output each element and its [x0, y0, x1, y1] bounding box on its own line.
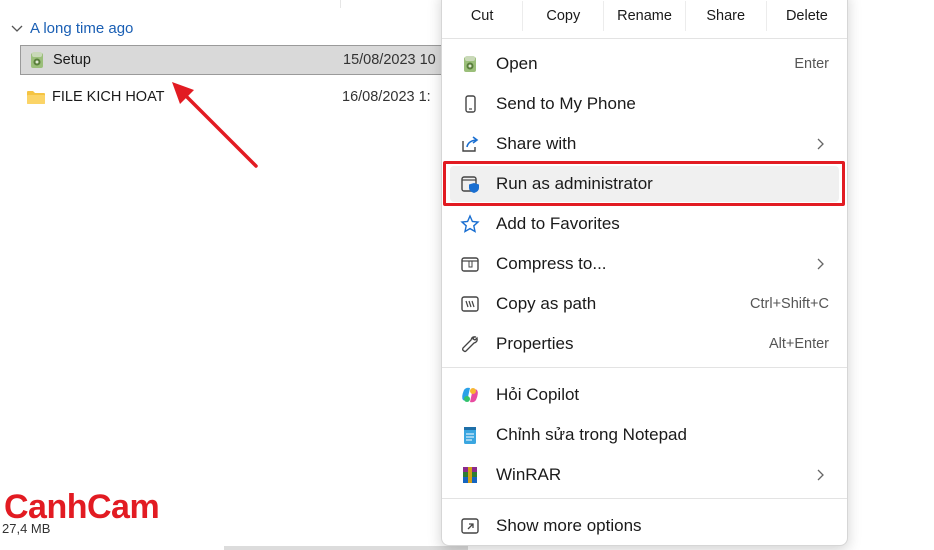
- winrar-icon: [460, 465, 480, 485]
- copy-button[interactable]: Copy: [523, 1, 605, 31]
- menu-item-label: Chỉnh sửa trong Notepad: [496, 425, 687, 444]
- wrench-icon: [460, 334, 480, 354]
- menu-item-add-favorites[interactable]: Add to Favorites: [450, 206, 839, 242]
- menu-item-label: Properties: [496, 334, 574, 353]
- menu-item-label: WinRAR: [496, 465, 562, 484]
- chevron-right-icon: [817, 138, 824, 150]
- menu-item-compress[interactable]: Compress to...: [450, 246, 839, 282]
- chevron-right-icon: [817, 258, 824, 270]
- rename-button[interactable]: Rename: [604, 1, 686, 31]
- menu-item-send-to-phone[interactable]: Send to My Phone: [450, 86, 839, 122]
- menu-item-label: Send to My Phone: [496, 94, 636, 113]
- context-menu: Cut Copy Rename Share Delete Open Enter …: [441, 0, 848, 546]
- more-options-icon: [460, 516, 480, 536]
- menu-item-shortcut: Alt+Enter: [768, 336, 829, 352]
- menu-item-notepad[interactable]: Chỉnh sửa trong Notepad: [450, 417, 839, 453]
- menu-item-share-with[interactable]: Share with: [450, 126, 839, 162]
- menu-item-shortcut: Ctrl+Shift+C: [750, 296, 829, 312]
- zip-folder-icon: [460, 254, 480, 274]
- copilot-icon: [460, 385, 480, 405]
- menu-divider: [442, 38, 847, 39]
- menu-item-label: Copy as path: [496, 294, 597, 313]
- menu-item-label: Show more options: [496, 516, 642, 535]
- setup-app-icon: [460, 54, 480, 74]
- menu-divider: [442, 498, 847, 499]
- notepad-icon: [460, 425, 480, 445]
- menu-divider: [442, 367, 847, 368]
- path-icon: [460, 294, 480, 314]
- cut-button[interactable]: Cut: [442, 1, 524, 31]
- menu-item-label: Hỏi Copilot: [496, 385, 580, 404]
- share-button[interactable]: Share: [686, 1, 767, 31]
- share-icon: [460, 134, 480, 154]
- star-icon: [460, 214, 480, 234]
- status-size: 27,4 MB: [2, 521, 51, 536]
- menu-item-open[interactable]: Open Enter: [450, 46, 839, 82]
- menu-item-label: Compress to...: [496, 254, 607, 273]
- phone-icon: [460, 94, 480, 114]
- menu-item-label: Add to Favorites: [496, 214, 620, 233]
- menu-item-shortcut: Enter: [794, 56, 829, 72]
- menu-item-label: Share with: [496, 134, 577, 153]
- red-highlight-box: [443, 161, 845, 206]
- menu-item-show-more[interactable]: Show more options: [450, 508, 839, 544]
- horizontal-scrollbar[interactable]: [224, 546, 468, 550]
- menu-item-copy-path[interactable]: Copy as path Ctrl+Shift+C: [450, 286, 839, 322]
- chevron-right-icon: [817, 469, 824, 481]
- delete-button[interactable]: Delete: [767, 1, 847, 31]
- menu-item-properties[interactable]: Properties Alt+Enter: [450, 326, 839, 362]
- context-toolbar: Cut Copy Rename Share Delete: [442, 1, 847, 31]
- menu-item-copilot[interactable]: Hỏi Copilot: [450, 377, 839, 413]
- menu-item-label: Open: [496, 54, 538, 73]
- menu-item-winrar[interactable]: WinRAR: [450, 457, 839, 493]
